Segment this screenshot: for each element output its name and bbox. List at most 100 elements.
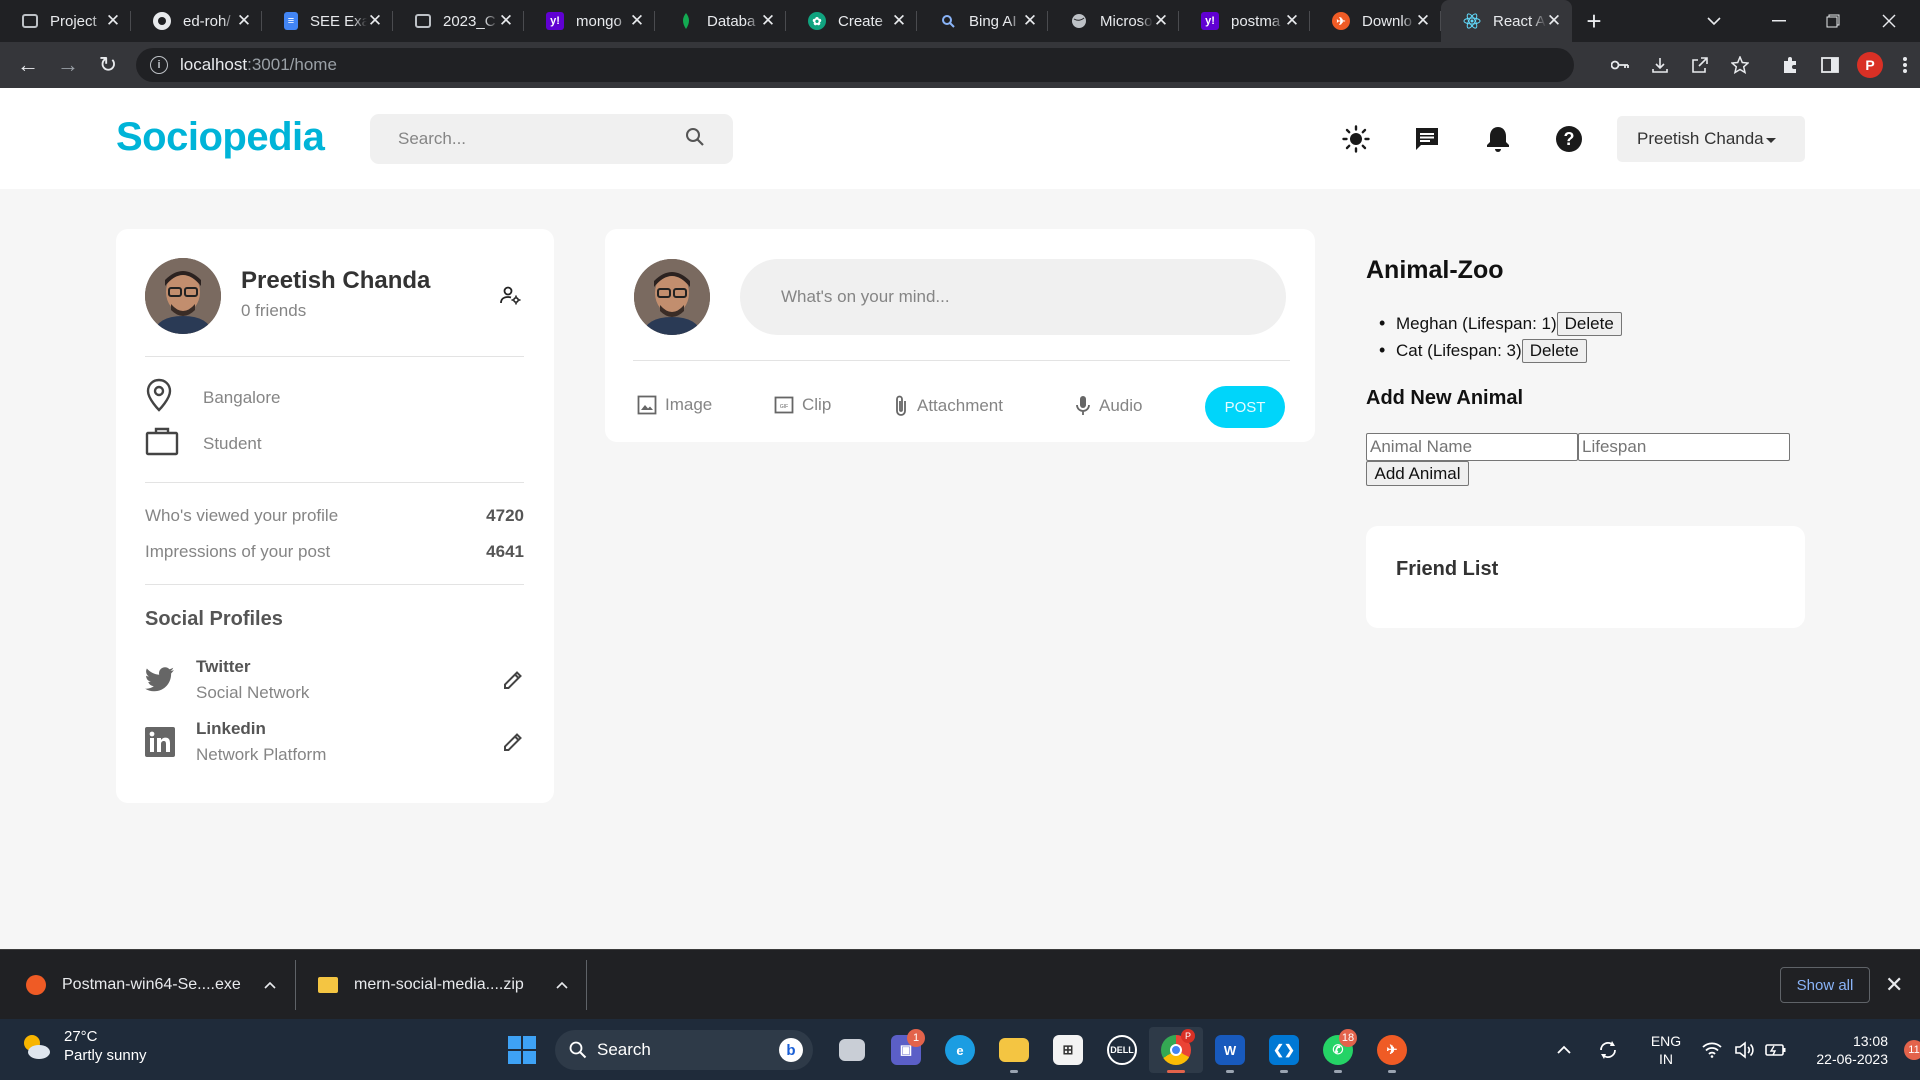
restore-icon[interactable]: [1826, 0, 1840, 42]
close-window-icon[interactable]: [1882, 0, 1896, 42]
battery-icon[interactable]: [1760, 1043, 1792, 1057]
help-icon[interactable]: ?: [1533, 125, 1604, 153]
weather-widget[interactable]: 27°C Partly sunny: [20, 1027, 147, 1065]
user-menu-select[interactable]: Preetish Chanda: [1617, 116, 1805, 162]
close-tab-icon[interactable]: ✕: [760, 11, 776, 31]
image-attach-button[interactable]: Image: [637, 395, 712, 415]
light-mode-icon[interactable]: [1320, 125, 1391, 153]
minimize-icon[interactable]: [1772, 0, 1786, 42]
show-all-downloads-button[interactable]: Show all: [1780, 967, 1870, 1003]
search-icon[interactable]: [685, 127, 705, 152]
browser-tab[interactable]: Project ✕: [0, 0, 131, 42]
close-tab-icon[interactable]: ✕: [1153, 11, 1169, 31]
language-indicator[interactable]: ENG IN: [1636, 1032, 1696, 1068]
side-panel-icon[interactable]: [1810, 57, 1850, 73]
postman-button[interactable]: ✈: [1365, 1027, 1419, 1073]
browser-tab[interactable]: y! postma ✕: [1179, 0, 1310, 42]
volume-icon[interactable]: [1728, 1040, 1760, 1059]
bookmark-star-icon[interactable]: [1720, 56, 1760, 74]
delete-button[interactable]: Delete: [1556, 311, 1622, 336]
file-explorer-button[interactable]: [987, 1027, 1041, 1073]
close-tab-icon[interactable]: ✕: [1022, 11, 1038, 31]
delete-button[interactable]: Delete: [1521, 338, 1587, 363]
add-animal-button[interactable]: Add Animal: [1366, 461, 1469, 486]
close-tab-icon[interactable]: ✕: [367, 11, 383, 31]
site-info-icon[interactable]: i: [150, 56, 168, 74]
task-view-button[interactable]: [825, 1027, 879, 1073]
close-tab-icon[interactable]: ✕: [1415, 11, 1431, 31]
back-icon[interactable]: ←: [8, 52, 48, 78]
avatar[interactable]: [145, 258, 221, 334]
social-profiles-heading: Social Profiles: [145, 608, 283, 630]
chrome-button[interactable]: P: [1149, 1027, 1203, 1073]
chevron-up-icon[interactable]: [1548, 1045, 1580, 1054]
close-tab-icon[interactable]: ✕: [629, 11, 645, 31]
chevron-up-icon[interactable]: [556, 976, 568, 994]
chevron-down-icon: [1765, 137, 1776, 143]
browser-tab[interactable]: ed-roh/ ✕: [131, 0, 262, 42]
post-button[interactable]: POST: [1205, 386, 1285, 428]
forward-icon[interactable]: →: [48, 52, 88, 78]
taskbar-search[interactable]: Search b: [555, 1030, 813, 1070]
close-tab-icon[interactable]: ✕: [1546, 11, 1562, 31]
browser-tab[interactable]: Bing AI ✕: [917, 0, 1048, 42]
close-tab-icon[interactable]: ✕: [236, 11, 252, 31]
browser-tab[interactable]: 2023_C ✕: [393, 0, 524, 42]
store-button[interactable]: ⊞: [1041, 1027, 1095, 1073]
download-item[interactable]: Postman-win64-Se....exe: [26, 950, 276, 1020]
browser-tab[interactable]: ✿ Create ✕: [786, 0, 917, 42]
animal-name-input[interactable]: [1366, 433, 1578, 461]
new-tab-icon[interactable]: +: [1572, 6, 1616, 37]
sync-icon[interactable]: [1592, 1039, 1624, 1061]
chevron-up-icon[interactable]: [264, 976, 276, 994]
close-tab-icon[interactable]: ✕: [498, 11, 514, 31]
whatsapp-button[interactable]: ✆ 18: [1311, 1027, 1365, 1073]
audio-attach-button[interactable]: Audio: [1075, 395, 1142, 417]
url-input[interactable]: i localhost:3001/home: [136, 48, 1574, 82]
browser-tab[interactable]: y! mongo ✕: [524, 0, 655, 42]
download-bar: Postman-win64-Se....exe mern-social-medi…: [0, 949, 1920, 1019]
notification-badge[interactable]: 11: [1904, 1039, 1920, 1060]
clip-attach-button[interactable]: GIF Clip: [774, 395, 831, 415]
dell-button[interactable]: DELL: [1095, 1027, 1149, 1073]
lifespan-input[interactable]: [1578, 433, 1790, 461]
list-item: Cat (Lifespan: 3) Delete: [1396, 337, 1622, 364]
chatgpt-icon: ✿: [808, 12, 826, 30]
browser-tab[interactable]: ✈ Downlo ✕: [1310, 0, 1441, 42]
teams-button[interactable]: ▣ 1: [879, 1027, 933, 1073]
post-input[interactable]: What's on your mind...: [740, 259, 1286, 335]
extensions-icon[interactable]: [1770, 56, 1810, 74]
tab-search-icon[interactable]: [1706, 0, 1722, 42]
manage-accounts-icon[interactable]: [500, 286, 522, 311]
browser-menu-icon[interactable]: [1890, 56, 1920, 74]
avatar: [634, 259, 710, 335]
password-key-icon[interactable]: [1600, 60, 1640, 70]
browser-tab[interactable]: Databa ✕: [655, 0, 786, 42]
wifi-icon[interactable]: [1696, 1042, 1728, 1058]
download-item[interactable]: mern-social-media....zip: [318, 950, 568, 1020]
clock[interactable]: 13:08 22-06-2023: [1802, 1032, 1888, 1068]
message-icon[interactable]: [1391, 125, 1462, 153]
close-icon[interactable]: ✕: [1885, 972, 1903, 998]
close-tab-icon[interactable]: ✕: [1284, 11, 1300, 31]
close-tab-icon[interactable]: ✕: [105, 11, 121, 31]
vscode-button[interactable]: ❮❯: [1257, 1027, 1311, 1073]
edge-button[interactable]: e: [933, 1027, 987, 1073]
notifications-icon[interactable]: [1462, 125, 1533, 153]
profile-name[interactable]: Preetish Chanda: [241, 267, 430, 295]
browser-tab-active[interactable]: React A ✕: [1441, 0, 1572, 42]
start-button[interactable]: [495, 1027, 549, 1073]
profile-avatar[interactable]: P: [1850, 52, 1890, 78]
close-tab-icon[interactable]: ✕: [891, 11, 907, 31]
search-input[interactable]: Search...: [370, 114, 733, 164]
install-app-icon[interactable]: [1640, 56, 1680, 74]
edit-icon[interactable]: [502, 731, 524, 758]
word-button[interactable]: W: [1203, 1027, 1257, 1073]
browser-tab[interactable]: Microso ✕: [1048, 0, 1179, 42]
app-logo[interactable]: Sociopedia: [116, 115, 325, 160]
share-icon[interactable]: [1680, 56, 1720, 74]
edit-icon[interactable]: [502, 669, 524, 696]
file-attach-button[interactable]: Attachment: [893, 395, 1003, 417]
browser-tab[interactable]: ≡ SEE Exa ✕: [262, 0, 393, 42]
reload-icon[interactable]: ↻: [88, 52, 128, 78]
